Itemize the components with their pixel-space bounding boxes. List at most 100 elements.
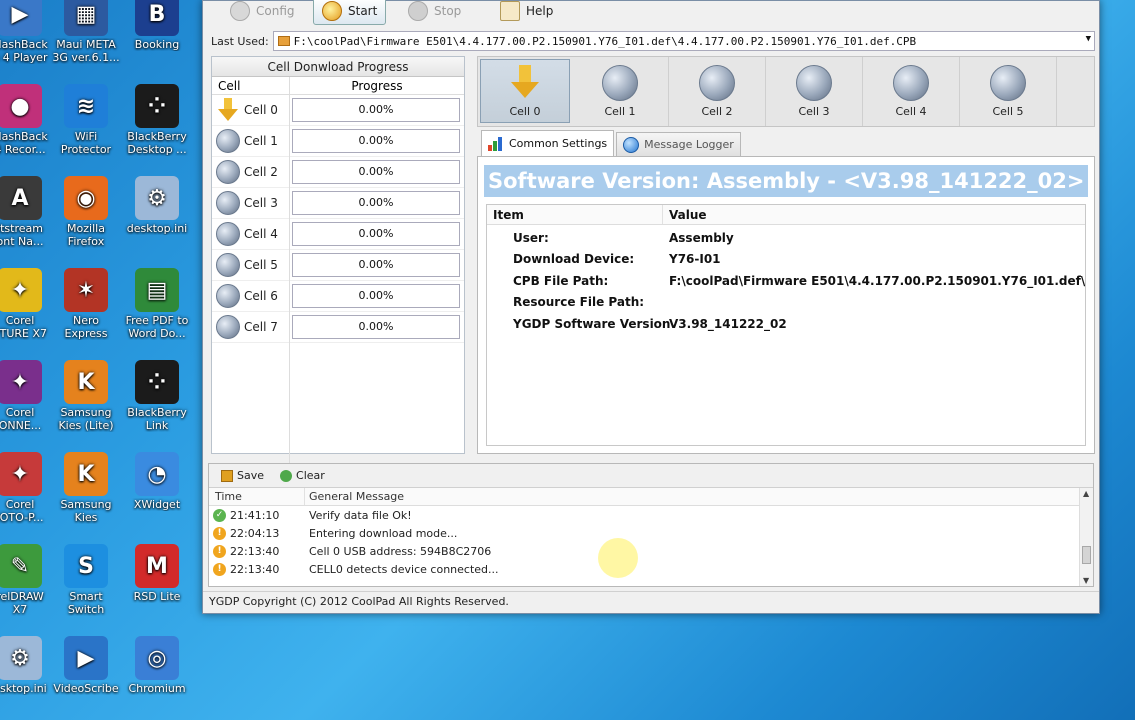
tab-cell[interactable]: Cell 2 — [669, 57, 766, 126]
desktop-shortcut[interactable]: ⁘ BlackBerry Link — [121, 360, 193, 432]
help-button[interactable]: Help — [491, 0, 562, 25]
log-message: Verify data file Ok! — [309, 508, 412, 522]
desktop-shortcut[interactable]: ⚙ esktop.ini — [0, 636, 56, 695]
desktop-shortcut[interactable]: ⚙ desktop.ini — [121, 176, 193, 235]
desktop-shortcut[interactable]: S Smart Switch — [50, 544, 122, 616]
tab-cell-label: Cell 3 — [798, 105, 830, 118]
config-button[interactable]: Config — [221, 0, 304, 25]
globe-icon — [216, 160, 240, 184]
save-log-button[interactable]: Save — [217, 466, 268, 486]
progress-row[interactable]: Cell 1 0.00% — [212, 125, 464, 157]
desktop-shortcut-label: Maui META 3G ver.6.1... — [52, 38, 120, 64]
app-icon: K — [64, 452, 108, 496]
cell-label: Cell 6 — [244, 289, 278, 303]
globe-icon — [699, 65, 735, 101]
desktop-shortcut[interactable]: B Booking — [121, 0, 193, 51]
cursor-highlight — [598, 538, 638, 578]
status-bar: YGDP Copyright (C) 2012 CoolPad All Righ… — [203, 591, 1099, 613]
log-message: Entering download mode... — [309, 526, 458, 540]
desktop-shortcut[interactable]: ◎ Chromium — [121, 636, 193, 695]
app-icon: ✦ — [0, 452, 42, 496]
tab-cell[interactable]: Cell 5 — [960, 57, 1057, 126]
globe-icon — [796, 65, 832, 101]
progress-row[interactable]: Cell 4 0.00% — [212, 218, 464, 250]
tab-cell[interactable]: Cell 0 — [480, 59, 570, 123]
desktop-shortcut-label: Corel IOTO-P... — [0, 498, 44, 524]
progress-row[interactable]: Cell 0 0.00% — [212, 94, 464, 126]
cell-label: Cell 2 — [244, 165, 278, 179]
log-time: 22:04:13 — [230, 526, 280, 540]
log-row[interactable]: ! 22:13:40 CELL0 detects device connected.… — [209, 560, 1093, 578]
globe-icon — [216, 129, 240, 153]
desktop-shortcut[interactable]: ✦ Corel ONNE... — [0, 360, 56, 432]
app-icon: ▶ — [0, 0, 42, 36]
scroll-down-icon[interactable]: ▼ — [1083, 576, 1089, 585]
log-row[interactable]: ! 22:04:13 Entering download mode... — [209, 524, 1093, 542]
globe-icon — [893, 65, 929, 101]
desktop-shortcut[interactable]: ▤ Free PDF to Word Do... — [121, 268, 193, 340]
log-row[interactable]: ✓ 21:41:10 Verify data file Ok! — [209, 506, 1093, 524]
file-icon — [277, 36, 290, 46]
desktop-shortcut[interactable]: ◉ Mozilla Firefox — [50, 176, 122, 248]
desktop-shortcut-label: Samsung Kies (Lite) — [58, 406, 114, 432]
cell-progress-panel: Cell Donwload Progress Cell Progress Cel… — [211, 56, 465, 463]
last-used-dropdown[interactable]: F:\coolPad\Firmware E501\4.4.177.00.P2.1… — [272, 31, 1095, 51]
desktop-shortcut[interactable]: ⁘ BlackBerry Desktop ... — [121, 84, 193, 156]
log-time: 22:13:40 — [230, 562, 280, 576]
settings-tabs: Common Settings Message Logger — [481, 130, 741, 156]
desktop-shortcut[interactable]: K Samsung Kies (Lite) — [50, 360, 122, 432]
warning-icon: ! — [213, 526, 226, 540]
progress-cell: Cell 0 — [212, 94, 290, 126]
tab-cell[interactable]: Cell 1 — [572, 57, 669, 126]
cell-label: Cell 4 — [244, 227, 278, 241]
desktop-shortcut[interactable]: ◔ XWidget — [121, 452, 193, 511]
desktop-shortcut[interactable]: ●FlashBack 4 Recor... — [0, 84, 56, 156]
progress-row[interactable]: Cell 5 0.00% — [212, 249, 464, 281]
book-icon — [500, 1, 520, 21]
warning-icon: ! — [213, 562, 226, 576]
clear-log-button[interactable]: Clear — [276, 466, 329, 486]
app-icon: ✎ — [0, 544, 42, 588]
info-key: User: — [513, 230, 549, 245]
desktop-shortcut[interactable]: K Samsung Kies — [50, 452, 122, 524]
app-icon: ◉ — [64, 176, 108, 220]
desktop-shortcut[interactable]: M RSD Lite — [121, 544, 193, 603]
progress-row[interactable]: Cell 7 0.00% — [212, 311, 464, 343]
stop-button[interactable]: Stop — [399, 0, 470, 25]
progress-row[interactable]: Cell 2 0.00% — [212, 156, 464, 188]
desktop-shortcut-label: relDRAW X7 — [0, 590, 44, 616]
tab-message-logger[interactable]: Message Logger — [616, 132, 741, 156]
progress-row[interactable]: Cell 3 0.00% — [212, 187, 464, 219]
desktop-shortcut[interactable]: ✦Corel PTURE X7 — [0, 268, 56, 340]
tab-cell[interactable]: Cell 3 — [766, 57, 863, 126]
desktop-shortcut-label: FlashBack o 4 Player — [0, 38, 48, 64]
progress-header: Cell Progress — [212, 77, 464, 95]
download-arrow-icon — [216, 98, 240, 122]
tab-common-settings[interactable]: Common Settings — [481, 130, 615, 156]
info-value: Assembly — [669, 230, 734, 245]
progress-row[interactable]: Cell 6 0.00% — [212, 280, 464, 312]
log-message: CELL0 detects device connected... — [309, 562, 499, 576]
desktop-shortcut[interactable]: ▦ Maui META 3G ver.6.1... — [50, 0, 122, 64]
log-row[interactable]: ! 22:13:40 Cell 0 USB address: 594B8C2706 — [209, 542, 1093, 560]
tab-cell[interactable]: Cell 4 — [863, 57, 960, 126]
start-button[interactable]: Start — [313, 0, 387, 25]
desktop-shortcut[interactable]: ≋ WiFi Protector — [50, 84, 122, 156]
ygdp-window: Config Start Stop Help Last Used: F:\coo… — [202, 0, 1100, 614]
log-scrollbar[interactable]: ▲ ▼ — [1079, 488, 1093, 586]
desktop-shortcut[interactable]: ✶ Nero Express — [50, 268, 122, 340]
progress-bar: 0.00% — [292, 253, 460, 277]
desktop-shortcut[interactable]: ▶ VideoScribe — [50, 636, 122, 695]
tab-cell-label: Cell 5 — [992, 105, 1024, 118]
desktop-shortcut[interactable]: Aitstream ont Na... — [0, 176, 56, 248]
chevron-down-icon[interactable]: ▼ — [1086, 34, 1091, 44]
scroll-thumb[interactable] — [1082, 546, 1091, 564]
desktop-shortcut[interactable]: ✎ relDRAW X7 — [0, 544, 56, 616]
log-time-cell: ✓ 21:41:10 — [209, 508, 305, 522]
scroll-up-icon[interactable]: ▲ — [1083, 489, 1089, 498]
desktop-shortcut[interactable]: ✦ Corel IOTO-P... — [0, 452, 56, 524]
app-icon: ◔ — [135, 452, 179, 496]
info-key: CPB File Path: — [513, 273, 609, 288]
log-message: Cell 0 USB address: 594B8C2706 — [309, 544, 492, 558]
desktop-shortcut[interactable]: ▶FlashBack o 4 Player — [0, 0, 56, 64]
